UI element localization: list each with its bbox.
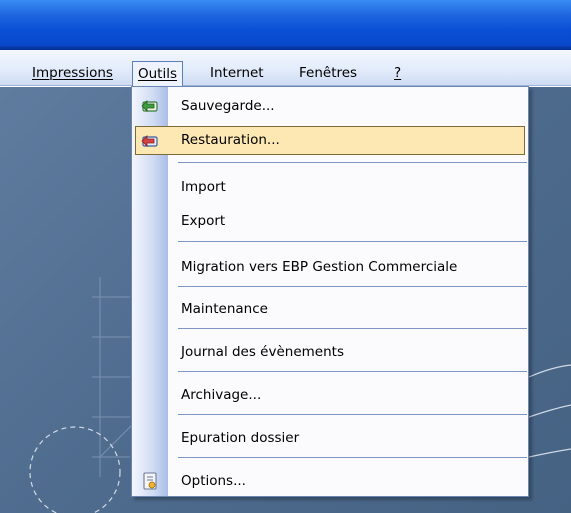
menu-separator bbox=[178, 162, 527, 163]
menu-impressions[interactable]: Impressions bbox=[27, 63, 118, 85]
menu-item-restauration[interactable]: Restauration... bbox=[135, 126, 525, 155]
menu-item-journal[interactable]: Journal des évènements bbox=[132, 338, 528, 366]
menu-item-maintenance-label: Maintenance bbox=[181, 301, 268, 317]
menu-item-maintenance[interactable]: Maintenance bbox=[132, 295, 528, 323]
menu-separator bbox=[178, 457, 527, 458]
menu-item-sauvegarde-label: Sauvegarde... bbox=[181, 98, 275, 114]
window-title-bar[interactable] bbox=[0, 0, 571, 50]
menu-separator bbox=[178, 371, 527, 372]
menu-bar: Impressions Outils Internet Fenêtres ? bbox=[0, 50, 571, 87]
menu-item-options[interactable]: Options... bbox=[132, 467, 528, 495]
backup-icon bbox=[141, 100, 158, 112]
menu-item-import[interactable]: Import bbox=[132, 173, 528, 201]
menu-separator bbox=[178, 241, 527, 242]
menu-help-label: ? bbox=[394, 65, 402, 81]
menu-separator bbox=[178, 286, 527, 287]
menu-item-import-label: Import bbox=[181, 179, 226, 195]
menu-item-restauration-label: Restauration... bbox=[181, 132, 280, 148]
menu-outils[interactable]: Outils bbox=[132, 61, 184, 87]
menu-item-archivage[interactable]: Archivage... bbox=[132, 381, 528, 409]
restore-icon bbox=[141, 135, 158, 147]
menu-impressions-label: Impressions bbox=[32, 65, 113, 81]
menu-outils-label: Outils bbox=[138, 66, 178, 82]
options-icon bbox=[143, 472, 157, 490]
menu-separator bbox=[178, 328, 527, 329]
menu-separator bbox=[178, 414, 527, 415]
menu-item-epuration[interactable]: Epuration dossier bbox=[132, 424, 528, 452]
menu-item-migration[interactable]: Migration vers EBP Gestion Commerciale bbox=[132, 253, 528, 281]
menu-item-archivage-label: Archivage... bbox=[181, 387, 262, 403]
menu-internet-label: Internet bbox=[210, 65, 264, 81]
menu-item-sauvegarde[interactable]: Sauvegarde... bbox=[132, 92, 528, 120]
menu-item-journal-label: Journal des évènements bbox=[181, 344, 344, 360]
outils-dropdown-menu: Sauvegarde... Restauration... Import Exp… bbox=[131, 86, 529, 497]
menu-internet[interactable]: Internet bbox=[205, 63, 269, 85]
menu-fenetres-label: Fenêtres bbox=[299, 65, 358, 81]
menu-fenetres[interactable]: Fenêtres bbox=[294, 63, 362, 85]
menu-item-options-label: Options... bbox=[181, 473, 246, 489]
menu-item-epuration-label: Epuration dossier bbox=[181, 430, 300, 446]
menu-item-export[interactable]: Export bbox=[132, 207, 528, 235]
menu-item-export-label: Export bbox=[181, 213, 226, 229]
menu-help[interactable]: ? bbox=[389, 63, 406, 85]
menu-item-migration-label: Migration vers EBP Gestion Commerciale bbox=[181, 259, 458, 275]
